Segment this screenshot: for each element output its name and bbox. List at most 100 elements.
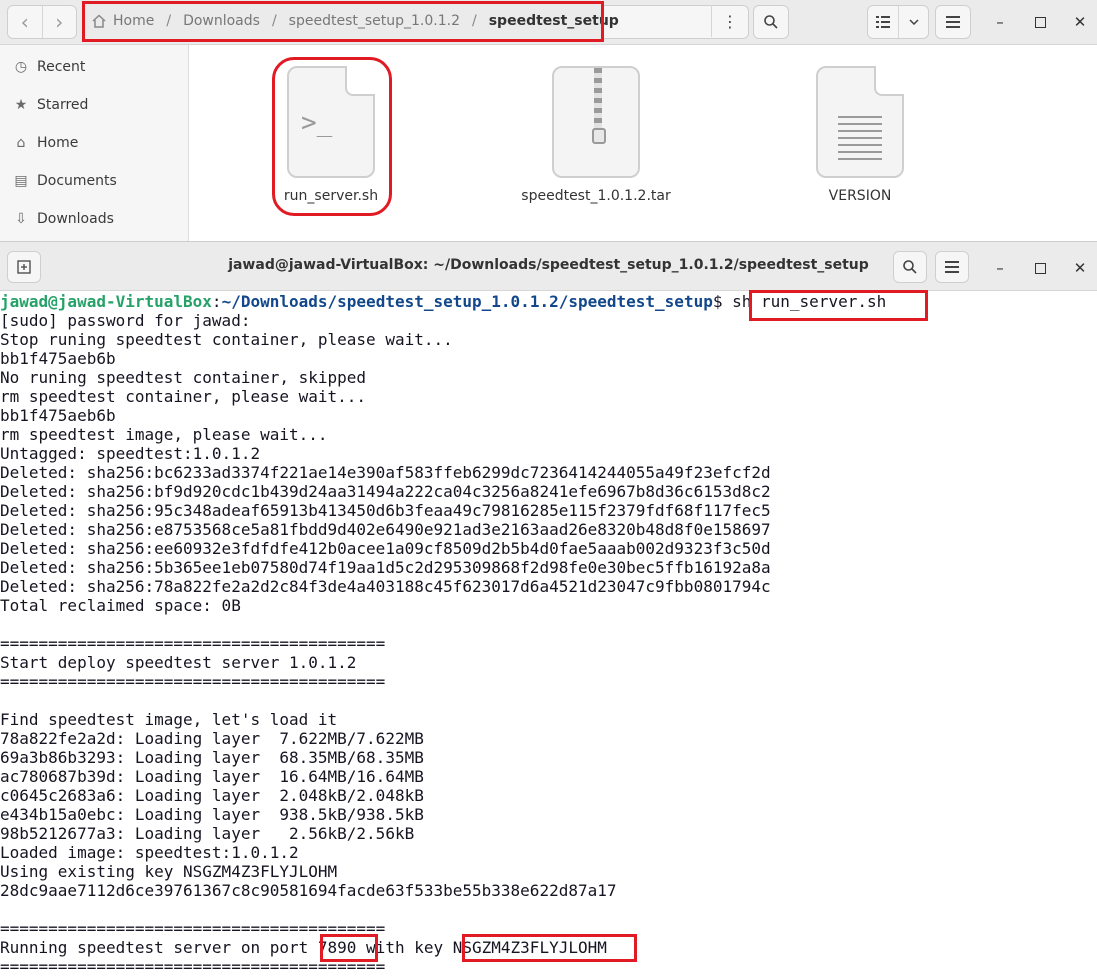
terminal-line: Deleted: sha256:bc6233ad3374f221ae14e390… bbox=[0, 463, 771, 482]
terminal-line: Untagged: speedtest:1.0.1.2 bbox=[0, 444, 261, 463]
document-icon: ▤ bbox=[14, 173, 28, 189]
archive-file-icon bbox=[552, 66, 640, 178]
prompt-separator: : bbox=[211, 292, 222, 311]
kebab-menu-icon: ⋮ bbox=[722, 11, 738, 31]
text-file-icon bbox=[816, 66, 904, 178]
terminal-line: No runing speedtest container, skipped bbox=[0, 368, 367, 387]
minimize-button[interactable]: – bbox=[988, 10, 1012, 34]
file-speedtest-tar[interactable]: speedtest_1.0.1.2.tar bbox=[521, 66, 671, 204]
breadcrumb: Home / Downloads / speedtest_setup_1.0.1… bbox=[83, 4, 619, 38]
file-run-server-sh[interactable]: >_ run_server.sh bbox=[256, 66, 406, 204]
maximize-icon bbox=[1034, 16, 1046, 28]
file-name: run_server.sh bbox=[283, 188, 379, 204]
hamburger-menu-icon bbox=[945, 261, 959, 273]
sidebar-item-label: Starred bbox=[37, 97, 89, 113]
terminal-line: rm speedtest container, please wait... bbox=[0, 387, 367, 406]
terminal-line: e434b15a0ebc: Loading layer 938.5kB/938.… bbox=[0, 805, 424, 824]
maximize-button[interactable] bbox=[1028, 10, 1052, 34]
terminal-maximize-button[interactable] bbox=[1028, 256, 1052, 280]
home-icon: ⌂ bbox=[16, 135, 26, 151]
sidebar-item-downloads[interactable]: ⇩ Downloads bbox=[12, 207, 114, 231]
terminal-line: 78a822fe2a2d: Loading layer 7.622MB/7.62… bbox=[0, 729, 424, 748]
terminal-search-button[interactable] bbox=[893, 251, 927, 283]
prompt-line: jawad@jawad-VirtualBox:~/Downloads/speed… bbox=[0, 292, 1097, 311]
minimize-icon: – bbox=[996, 13, 1004, 31]
terminal-menu-button[interactable] bbox=[935, 251, 969, 283]
sidebar-item-label: Documents bbox=[37, 173, 117, 189]
sidebar-item-label: Downloads bbox=[37, 211, 114, 227]
list-view-button[interactable] bbox=[868, 6, 899, 38]
forward-button[interactable]: › bbox=[41, 6, 77, 38]
sidebar-item-label: Recent bbox=[37, 59, 86, 75]
star-icon: ★ bbox=[14, 97, 28, 113]
maximize-icon bbox=[1034, 262, 1046, 274]
terminal-line: Deleted: sha256:e8753568ce5a81fbdd9d402e… bbox=[0, 520, 771, 539]
sidebar-item-recent[interactable]: ◷ Recent bbox=[12, 55, 86, 79]
download-icon: ⇩ bbox=[15, 211, 27, 227]
terminal-line: Stop runing speedtest container, please … bbox=[0, 330, 453, 349]
zipper-pull bbox=[592, 128, 606, 144]
hamburger-menu-icon bbox=[946, 16, 960, 28]
terminal-line: [sudo] password for jawad: bbox=[0, 311, 251, 330]
terminal-line: Using existing key NSGZM4Z3FLYJLOHM bbox=[0, 862, 338, 881]
terminal-line: ======================================== bbox=[0, 634, 386, 653]
page-fold bbox=[345, 66, 375, 96]
page-fold bbox=[874, 66, 904, 96]
sidebar-item-documents[interactable]: ▤ Documents bbox=[12, 169, 117, 193]
breadcrumb-home-label: Home bbox=[113, 13, 155, 29]
clock-icon: ◷ bbox=[14, 59, 28, 75]
breadcrumb-downloads[interactable]: Downloads bbox=[183, 13, 260, 29]
terminal-line: ======================================== bbox=[0, 672, 386, 691]
prompt-user: jawad@jawad-VirtualBox bbox=[0, 292, 212, 311]
back-button[interactable]: ‹ bbox=[8, 6, 42, 38]
breadcrumb-speedtest-setup-version[interactable]: speedtest_setup_1.0.1.2 bbox=[289, 13, 460, 29]
home-icon bbox=[92, 14, 106, 28]
prompt-path: ~/Downloads/speedtest_setup_1.0.1.2/spee… bbox=[221, 292, 713, 311]
terminal-window: jawad@jawad-VirtualBox: ~/Downloads/spee… bbox=[0, 241, 1097, 980]
terminal-output[interactable]: jawad@jawad-VirtualBox:~/Downloads/speed… bbox=[0, 292, 1097, 980]
terminal-line: 28dc9aae7112d6ce39761367c8c90581694facde… bbox=[0, 881, 617, 900]
terminal-line: Deleted: sha256:bf9d920cdc1b439d24aa3149… bbox=[0, 482, 771, 501]
main-menu-button[interactable] bbox=[935, 5, 971, 39]
terminal-minimize-button[interactable]: – bbox=[988, 256, 1012, 280]
script-file-icon: >_ bbox=[287, 66, 375, 178]
view-toggle-group bbox=[867, 5, 929, 39]
terminal-line: ======================================== bbox=[0, 919, 386, 938]
terminal-line: bb1f475aeb6b bbox=[0, 406, 116, 425]
breadcrumb-separator: / bbox=[472, 13, 477, 29]
close-button[interactable]: ✕ bbox=[1068, 10, 1092, 34]
chevron-left-icon: ‹ bbox=[20, 10, 29, 34]
terminal-prompt-glyph: >_ bbox=[301, 108, 333, 138]
output-lines: [sudo] password for jawad: Stop runing sp… bbox=[0, 311, 1097, 976]
terminal-line: 69a3b86b3293: Loading layer 68.35MB/68.3… bbox=[0, 748, 424, 767]
terminal-title: jawad@jawad-VirtualBox: ~/Downloads/spee… bbox=[228, 257, 869, 273]
terminal-line: Running speedtest server on port 7890 wi… bbox=[0, 938, 607, 957]
terminal-line: Find speedtest image, let's load it bbox=[0, 710, 338, 729]
file-manager-header: ‹ › Home / Downloads / speedtest_setup_1… bbox=[0, 0, 1097, 45]
terminal-line: Deleted: sha256:78a822fe2a2d2c84f3de4a40… bbox=[0, 577, 771, 596]
view-options-button[interactable] bbox=[899, 6, 928, 38]
search-icon bbox=[903, 260, 917, 274]
terminal-line: Deleted: sha256:ee60932e3fdfdfe412b0acee… bbox=[0, 539, 771, 558]
breadcrumb-home[interactable]: Home bbox=[91, 13, 154, 29]
terminal-close-button[interactable]: ✕ bbox=[1068, 256, 1092, 280]
search-button[interactable] bbox=[753, 5, 789, 39]
terminal-header: jawad@jawad-VirtualBox: ~/Downloads/spee… bbox=[0, 242, 1097, 291]
sidebar-item-home[interactable]: ⌂ Home bbox=[12, 131, 79, 155]
file-manager-window: ‹ › Home / Downloads / speedtest_setup_1… bbox=[0, 0, 1097, 241]
path-menu-button[interactable]: ⋮ bbox=[711, 5, 748, 37]
close-icon: ✕ bbox=[1073, 13, 1087, 31]
minimize-icon: – bbox=[996, 259, 1004, 277]
file-name: VERSION bbox=[828, 188, 892, 204]
breadcrumb-current-folder[interactable]: speedtest_setup bbox=[489, 13, 619, 29]
history-nav: ‹ › bbox=[7, 5, 77, 39]
terminal-line: Deleted: sha256:95c348adeaf65913b413450d… bbox=[0, 501, 771, 520]
terminal-line: rm speedtest image, please wait... bbox=[0, 425, 328, 444]
file-name: speedtest_1.0.1.2.tar bbox=[521, 188, 671, 204]
file-version[interactable]: VERSION bbox=[785, 66, 935, 204]
search-icon bbox=[764, 15, 778, 29]
sidebar-item-starred[interactable]: ★ Starred bbox=[12, 93, 89, 117]
zipper-strip bbox=[594, 68, 602, 130]
